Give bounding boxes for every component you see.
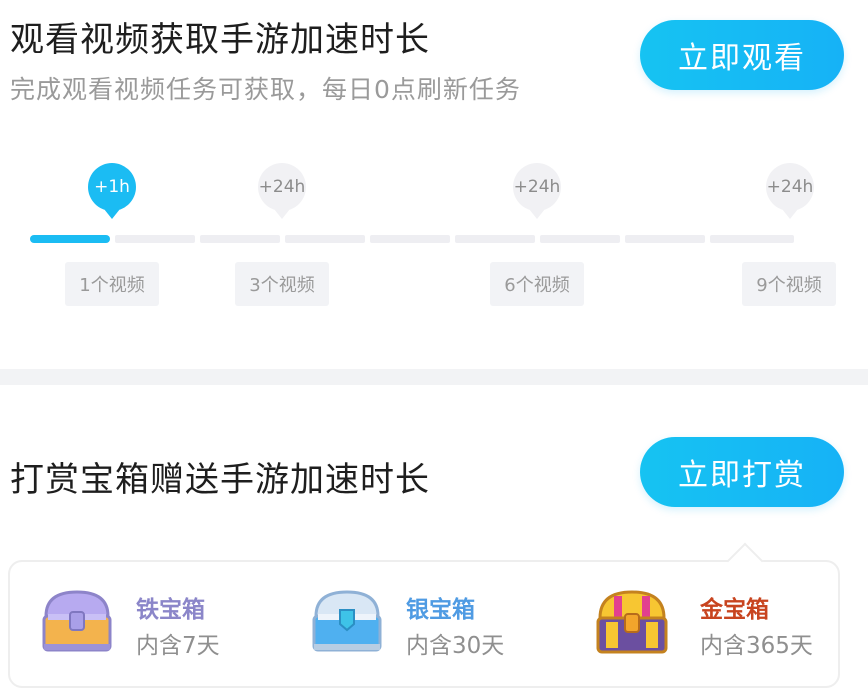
progress-segment	[30, 235, 110, 243]
progress-segment	[285, 235, 365, 243]
silver-chest-icon	[312, 590, 382, 652]
milestone-label: 9个视频	[742, 262, 836, 306]
progress-segment	[200, 235, 280, 243]
section-divider	[0, 369, 868, 385]
iron-chest-icon	[42, 590, 112, 652]
video-task-subtitle: 完成观看视频任务可获取，每日0点刷新任务	[10, 75, 521, 104]
milestone-bubble: +24h	[258, 163, 306, 211]
progress-segment	[625, 235, 705, 243]
chest-desc: 内含365天	[700, 633, 813, 659]
progress-segment	[710, 235, 794, 243]
watch-now-button[interactable]: 立即观看	[640, 20, 844, 90]
chest-item-iron[interactable]: 铁宝箱 内含7天	[38, 586, 268, 662]
chest-item-silver[interactable]: 银宝箱 内含30天	[308, 586, 538, 662]
milestone-label: 6个视频	[490, 262, 584, 306]
milestone-label: 1个视频	[65, 262, 159, 306]
milestone-bubble: +24h	[766, 163, 814, 211]
reward-task-title: 打赏宝箱赠送手游加速时长	[10, 460, 430, 500]
chest-desc: 内含7天	[136, 633, 220, 659]
chest-name: 金宝箱	[700, 597, 769, 623]
progress-segment	[455, 235, 535, 243]
video-task-title: 观看视频获取手游加速时长	[10, 20, 430, 60]
chest-panel: 铁宝箱 内含7天 银宝箱 内含30天 金宝箱 内含365天	[8, 560, 840, 688]
progress-segment	[370, 235, 450, 243]
reward-now-button[interactable]: 立即打赏	[640, 437, 844, 507]
milestone-label: 3个视频	[235, 262, 329, 306]
chest-name: 铁宝箱	[136, 597, 205, 623]
milestone-bubble: +24h	[513, 163, 561, 211]
progress-segment	[115, 235, 195, 243]
milestone-bubble: +1h	[88, 163, 136, 211]
gold-chest-icon	[596, 590, 668, 654]
chest-name: 银宝箱	[406, 597, 475, 623]
chest-desc: 内含30天	[406, 633, 505, 659]
progress-segment	[540, 235, 620, 243]
chest-item-gold[interactable]: 金宝箱 内含365天	[592, 586, 832, 662]
